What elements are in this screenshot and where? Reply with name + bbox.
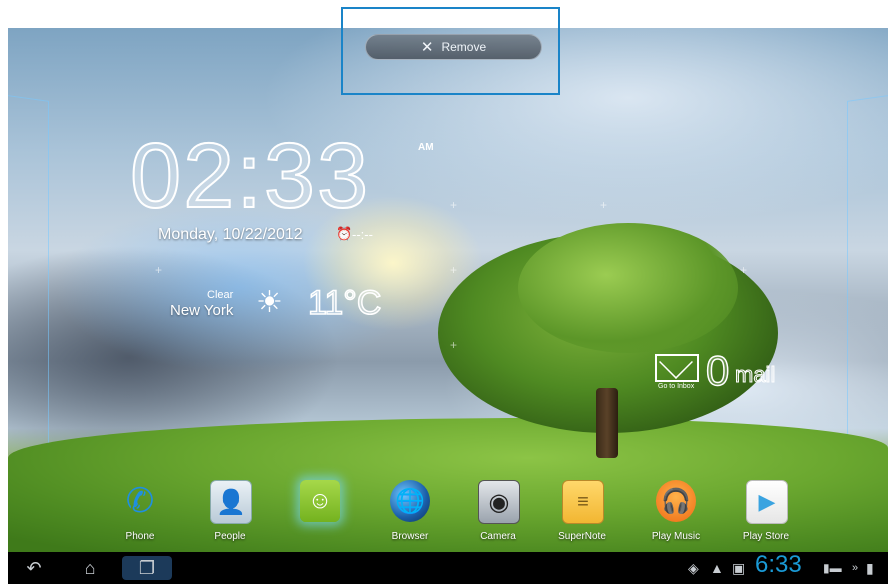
grid-plus-marker: + <box>450 263 458 277</box>
dock-app-phone[interactable]: ✆ Phone <box>104 480 176 546</box>
weather-condition: Clear <box>207 289 234 301</box>
alarm-icon: ⏰ <box>336 226 353 241</box>
dock-app-people[interactable]: 👤 People <box>194 480 266 546</box>
dock-label: Play Store <box>742 531 790 542</box>
mail-count: 0 <box>705 347 730 394</box>
grid-plus-marker: + <box>155 263 163 277</box>
dock-app-browser[interactable]: 🌐 Browser <box>374 480 446 546</box>
dock-app-supernote[interactable]: ≡ SuperNote <box>546 480 618 546</box>
dock-label: Camera <box>480 531 516 542</box>
camera-icon: ◉ <box>478 480 520 524</box>
status-time[interactable]: 6:33 <box>755 553 802 577</box>
sun-icon: ☀ <box>256 286 283 319</box>
dock-label: Browser <box>391 531 429 542</box>
dock-label: People <box>214 531 246 542</box>
dock-app-camera[interactable]: ◉ Camera <box>462 480 534 546</box>
mail-label: mail <box>734 362 776 387</box>
weather-city[interactable]: New York <box>170 302 233 319</box>
headphones-icon: 🎧 <box>656 480 696 522</box>
dock-app-play-store[interactable]: ▶ Play Store <box>730 480 802 546</box>
remove-drop-target[interactable]: ✕ Remove <box>365 34 542 60</box>
wifi-status-icon: ◈ <box>688 559 699 576</box>
overflow-chevron-icon[interactable]: » <box>852 556 858 580</box>
mail-inbox-link[interactable]: Go to Inbox <box>658 383 694 390</box>
screenshot-notification-icon[interactable]: ▣ <box>732 556 745 580</box>
clock-date: Monday, 10/22/2012 <box>158 226 303 243</box>
grid-plus-marker: + <box>740 263 748 277</box>
signal-battery-icon: ▮▬ <box>823 561 842 575</box>
close-icon: ✕ <box>420 38 434 56</box>
back-button[interactable]: ↶ <box>20 556 48 580</box>
dock-label: SuperNote <box>558 531 606 542</box>
recent-apps-icon: ❐ <box>138 557 156 578</box>
home-button[interactable]: ⌂ <box>76 556 104 580</box>
phone-icon: ✆ <box>125 482 155 520</box>
back-icon: ↶ <box>26 557 42 578</box>
tree-trunk <box>596 388 618 458</box>
weather-temperature[interactable]: 11°C <box>307 285 382 321</box>
home-icon: ⌂ <box>84 557 96 578</box>
clock-ampm: AM <box>418 142 434 153</box>
dock-app-messaging[interactable]: ☺ <box>284 480 356 546</box>
globe-icon: 🌐 <box>390 480 430 522</box>
dock-app-play-music[interactable]: 🎧 Play Music <box>640 480 712 546</box>
dock-label: Play Music <box>651 531 701 542</box>
notebook-icon: ≡ <box>562 480 604 524</box>
recent-apps-button[interactable]: ❐ <box>122 556 172 580</box>
remove-label: Remove <box>441 40 487 54</box>
clock-time[interactable]: 02:33 <box>129 129 370 223</box>
tree-canopy-highlight <box>518 223 738 353</box>
contacts-icon: 👤 <box>210 480 252 524</box>
grid-plus-marker: + <box>450 198 458 212</box>
warning-notification-icon[interactable]: ▲ <box>710 556 724 580</box>
battery-icon: ▮ <box>866 559 874 576</box>
mail-envelope-icon[interactable] <box>655 354 699 382</box>
grid-plus-marker: + <box>600 198 608 212</box>
grid-plus-marker: + <box>450 338 458 352</box>
dock-label: Phone <box>125 531 155 542</box>
messaging-icon: ☺ <box>300 480 340 522</box>
shopping-bag-icon: ▶ <box>746 480 788 524</box>
alarm-time: --:-- <box>352 227 373 242</box>
